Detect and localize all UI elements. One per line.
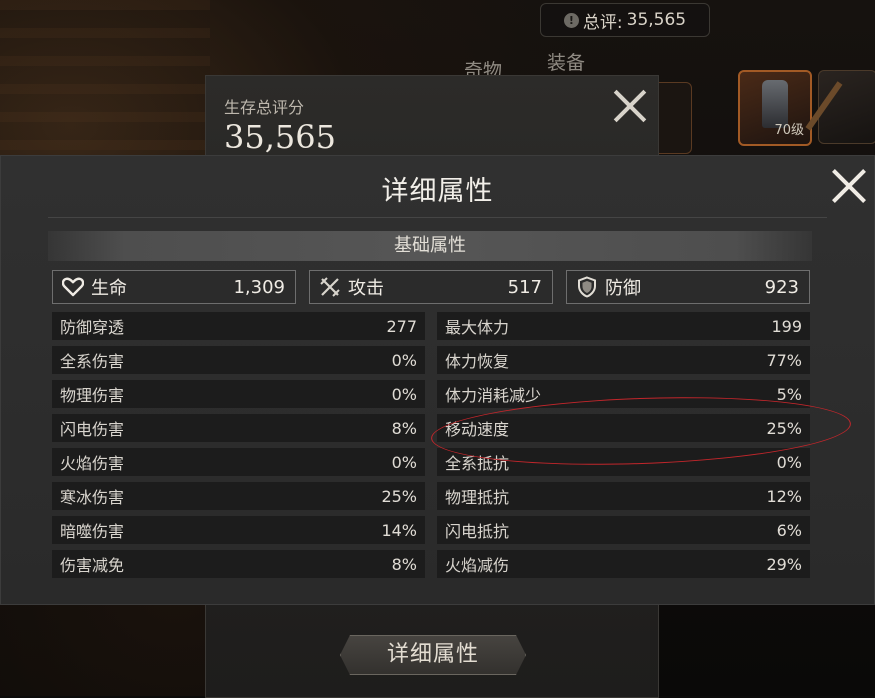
attribute-label: 全系抵抗 — [445, 454, 510, 473]
divider — [48, 217, 827, 218]
main-stat-defense: 防御 923 — [566, 270, 810, 304]
attribute-row: 暗噬伤害 14% — [52, 516, 425, 544]
total-score-value: 35,565 — [626, 10, 687, 30]
attribute-value: 14% — [381, 520, 417, 540]
close-icon[interactable] — [612, 88, 648, 124]
attribute-row: 防御穿透 277 — [52, 312, 425, 340]
attribute-value: 199 — [771, 316, 802, 336]
attribute-row: 体力消耗减少 5% — [437, 380, 810, 408]
attribute-label: 火焰伤害 — [60, 454, 125, 473]
attribute-label: 伤害减免 — [60, 556, 125, 575]
heart-icon — [61, 275, 85, 299]
attribute-label: 体力消耗减少 — [445, 386, 542, 405]
attribute-value: 6% — [776, 520, 802, 540]
tab-equipment[interactable]: 装备 — [547, 48, 585, 75]
attribute-value: 8% — [391, 554, 417, 574]
survival-score-title: 生存总评分 — [224, 98, 305, 117]
info-icon: ! — [563, 12, 579, 28]
equipment-slot-weapon[interactable] — [805, 70, 875, 144]
attribute-row: 伤害减免 8% — [52, 550, 425, 578]
attribute-label: 寒冰伤害 — [60, 488, 125, 507]
main-stat-value: 923 — [764, 276, 799, 298]
main-stat-hp: 生命 1,309 — [52, 270, 296, 304]
main-stat-label: 生命 — [91, 278, 127, 299]
attribute-row: 全系伤害 0% — [52, 346, 425, 374]
detail-attributes-modal: 详细属性 基础属性 生命 1,309 攻击 517 防御 923 防御穿透 277… — [0, 155, 875, 605]
attribute-row: 物理伤害 0% — [52, 380, 425, 408]
equipment-level: 70级 — [774, 123, 804, 138]
swords-icon — [318, 275, 342, 299]
main-stat-value: 517 — [507, 276, 542, 298]
attribute-value: 25% — [766, 418, 802, 438]
attribute-value: 12% — [766, 486, 802, 506]
close-icon[interactable] — [830, 167, 868, 205]
wood-wall-background — [0, 0, 210, 150]
detail-attributes-button[interactable]: 详细属性 — [340, 635, 526, 675]
attribute-label: 火焰减伤 — [445, 556, 510, 575]
attribute-row: 体力恢复 77% — [437, 346, 810, 374]
attribute-label: 物理抵抗 — [445, 488, 510, 507]
attribute-row: 闪电伤害 8% — [52, 414, 425, 442]
attribute-value: 25% — [381, 486, 417, 506]
equipment-slot-boots[interactable]: 70级 — [738, 70, 812, 146]
attribute-row: 火焰减伤 29% — [437, 550, 810, 578]
attribute-label: 防御穿透 — [60, 318, 125, 337]
attribute-value: 29% — [766, 554, 802, 574]
attribute-row: 移动速度 25% — [437, 414, 810, 442]
attribute-label: 闪电伤害 — [60, 420, 125, 439]
modal-title: 详细属性 — [381, 176, 494, 207]
main-stat-label: 攻击 — [348, 278, 384, 299]
attribute-row: 闪电抵抗 6% — [437, 516, 810, 544]
main-stat-value: 1,309 — [233, 276, 285, 298]
attribute-value: 8% — [391, 418, 417, 438]
main-stat-attack: 攻击 517 — [309, 270, 553, 304]
attribute-value: 5% — [776, 384, 802, 404]
shield-icon — [575, 275, 599, 299]
attribute-label: 最大体力 — [445, 318, 510, 337]
section-header-basic-attributes: 基础属性 — [48, 231, 812, 261]
total-score-pill: ! 总评: 35,565 — [540, 3, 710, 37]
survival-score-value: 35,565 — [224, 118, 336, 156]
attribute-label: 全系伤害 — [60, 352, 125, 371]
attribute-value: 0% — [391, 350, 417, 370]
total-score-label: 总评: — [582, 12, 623, 33]
attribute-label: 物理伤害 — [60, 386, 125, 405]
attribute-row: 物理抵抗 12% — [437, 482, 810, 510]
attribute-row: 寒冰伤害 25% — [52, 482, 425, 510]
attribute-row: 火焰伤害 0% — [52, 448, 425, 476]
attribute-value: 0% — [776, 452, 802, 472]
attribute-row: 最大体力 199 — [437, 312, 810, 340]
attribute-label: 暗噬伤害 — [60, 522, 125, 541]
attribute-value: 0% — [391, 384, 417, 404]
attribute-label: 移动速度 — [445, 420, 510, 439]
attribute-label: 体力恢复 — [445, 352, 510, 371]
attribute-row: 全系抵抗 0% — [437, 448, 810, 476]
attribute-label: 闪电抵抗 — [445, 522, 510, 541]
attribute-value: 277 — [386, 316, 417, 336]
attribute-value: 0% — [391, 452, 417, 472]
main-stat-label: 防御 — [605, 278, 641, 299]
attribute-value: 77% — [766, 350, 802, 370]
